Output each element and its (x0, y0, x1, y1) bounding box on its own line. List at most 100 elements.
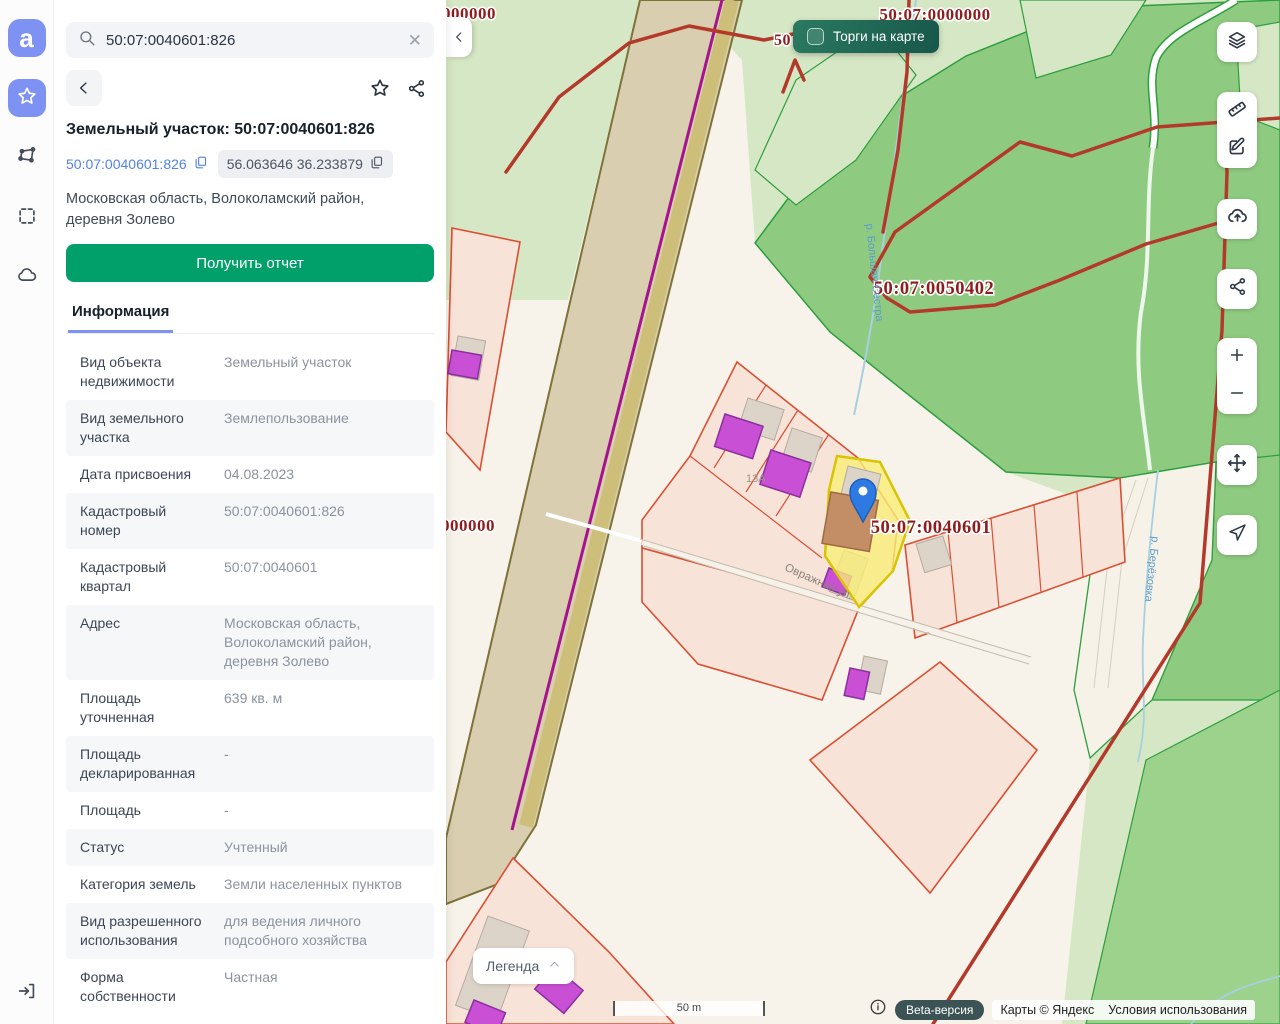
row-label: Кадастровый номер (80, 502, 208, 540)
row-value: 04.08.2023 (224, 465, 420, 484)
sidebar-item-login[interactable] (8, 974, 46, 1012)
detail-panel: ✕ Земельный участок: 50:07:0040601:826 5… (54, 0, 446, 1024)
copy-icon[interactable] (193, 155, 208, 173)
upload-button[interactable] (1217, 199, 1257, 239)
auction-toggle[interactable]: Торги на карте (793, 20, 939, 53)
beta-badge: Beta-версия (895, 1000, 984, 1020)
table-row: Вид разрешенного использованиядля ведени… (66, 903, 434, 959)
legend-button-label: Легенда (486, 958, 539, 974)
polygon-icon (16, 145, 38, 172)
move-icon (1226, 452, 1248, 479)
share-button[interactable] (398, 70, 434, 106)
map-graphics: 50:07:0000000 50:07:0000000 50 50:07:005… (446, 0, 1280, 1024)
app-logo-letter: a (19, 25, 33, 51)
table-row: Категория земельЗемли населенных пунктов (66, 866, 434, 903)
collapse-panel-button[interactable] (446, 17, 472, 57)
row-label: Вид разрешенного использования (80, 912, 208, 950)
coordinates-chip[interactable]: 56.063646 36.233879 (218, 150, 393, 178)
row-label: Форма собственности (80, 968, 208, 1006)
chevron-up-icon (548, 958, 561, 974)
measure-edit-group (1217, 92, 1257, 168)
table-row: Площадь- (66, 792, 434, 829)
auction-toggle-label: Торги на карте (833, 29, 925, 44)
row-value: 639 кв. м (224, 689, 420, 727)
ruler-icon (1226, 98, 1248, 125)
copyright-text: Карты © Яндекс (1000, 1003, 1094, 1017)
navigation-icon (1227, 522, 1248, 548)
table-row: Статус Учтенный (66, 829, 434, 866)
copy-icon[interactable] (369, 155, 384, 173)
sidebar-item-polygon-select[interactable] (8, 139, 46, 177)
favorite-button[interactable] (362, 70, 398, 106)
info-table: Вид объекта недвижимости Земельный участо… (66, 344, 434, 1015)
zoom-in-button[interactable] (1217, 338, 1257, 376)
row-value: Московская область, Волоколамский район,… (224, 614, 420, 671)
row-label: Площадь (80, 801, 208, 820)
sidebar-item-area-select[interactable] (8, 199, 46, 237)
row-label: Вид объекта недвижимости (80, 353, 208, 391)
star-icon (16, 85, 38, 112)
row-label: Кадастровый квартал (80, 558, 208, 596)
cadastral-number-chip[interactable]: 50:07:0040601:826 (66, 155, 208, 173)
plus-icon (1227, 345, 1247, 370)
minus-icon (1227, 383, 1247, 408)
auction-checkbox[interactable] (807, 28, 824, 45)
row-value: Частная (224, 968, 420, 1006)
row-label: Адрес (80, 614, 208, 671)
page-title: Земельный участок: 50:07:0040601:826 (66, 121, 434, 139)
search-bar: ✕ (66, 22, 434, 58)
table-row: Дата присвоения 04.08.2023 (66, 456, 434, 493)
get-report-button[interactable]: Получить отчет (66, 244, 434, 282)
table-row: Вид объекта недвижимости Земельный участо… (66, 344, 434, 400)
row-value: Земли населенных пунктов (224, 875, 420, 894)
row-label: Площадь декларированная (80, 745, 208, 783)
info-icon[interactable] (869, 998, 887, 1021)
cloud-icon (16, 265, 38, 292)
table-row: Адрес Московская область, Волоколамский р… (66, 605, 434, 680)
quarter-label-40601: 50:07:0040601 (871, 518, 992, 538)
edit-button[interactable] (1217, 130, 1257, 168)
zoom-controls (1217, 338, 1257, 414)
map-canvas[interactable]: 50:07:0000000 50:07:0000000 50 50:07:005… (446, 0, 1280, 1024)
layers-button[interactable] (1217, 22, 1257, 62)
row-value: - (224, 801, 420, 820)
terms-link[interactable]: Условия использования (1108, 1003, 1247, 1017)
row-value: Землепользование (224, 409, 420, 447)
locate-button[interactable] (1217, 515, 1257, 555)
row-value: - (224, 745, 420, 783)
back-button[interactable] (66, 70, 102, 106)
sidebar-item-favorites[interactable] (8, 79, 46, 117)
legend-button[interactable]: Легенда (473, 948, 574, 984)
cloud-upload-icon (1226, 205, 1249, 233)
table-row: Площадь уточненная 639 кв. м (66, 680, 434, 736)
share-map-button[interactable] (1217, 269, 1257, 309)
tab-information[interactable]: Информация (68, 297, 173, 333)
table-row: Кадастровый номер 50:07:0040601:826 (66, 493, 434, 549)
tabs: Информация (66, 297, 434, 334)
clear-search-icon[interactable]: ✕ (408, 32, 422, 49)
row-value: 50:07:0040601 (224, 558, 420, 596)
row-value: Учтенный (224, 838, 420, 857)
edit-icon (1226, 136, 1248, 163)
row-value: Земельный участок (224, 353, 420, 391)
row-label: Дата присвоения (80, 465, 208, 484)
object-address: Московская область, Волоколамский район,… (66, 189, 421, 230)
quarter-label-50402: 50:07:0050402 (874, 279, 995, 299)
app-rail: a (0, 0, 54, 1024)
zoom-out-button[interactable] (1217, 376, 1257, 414)
row-value: 50:07:0040601:826 (224, 502, 420, 540)
share-icon (1227, 276, 1248, 302)
app-logo[interactable]: a (8, 19, 46, 57)
table-row: Вид земельного участкаЗемлепользование (66, 400, 434, 456)
layers-icon (1226, 29, 1248, 56)
pan-button[interactable] (1217, 445, 1257, 485)
row-label: Площадь уточненная (80, 689, 208, 727)
quarter-label-root-clipped-left: 50:07:0000000 (446, 516, 495, 535)
dashed-square-icon (16, 205, 38, 232)
search-input[interactable] (106, 32, 398, 49)
scale-bar: 50 m (613, 1001, 765, 1016)
table-row: Кадастровый квартал 50:07:0040601 (66, 549, 434, 605)
row-label: Статус (80, 838, 208, 857)
ruler-button[interactable] (1217, 92, 1257, 130)
sidebar-item-cloud[interactable] (8, 259, 46, 297)
